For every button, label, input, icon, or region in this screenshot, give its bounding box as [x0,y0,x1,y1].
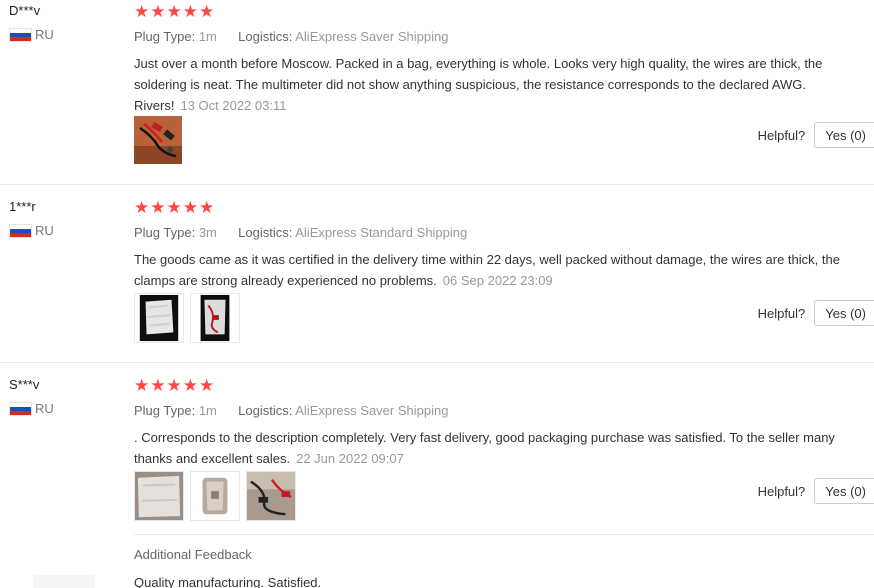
helpful-question: Helpful? [757,305,806,321]
helpful-yes-button[interactable]: Yes (0) [814,122,874,148]
logistics-label: Logistics: [238,403,293,418]
review-meta: Plug Type: 3m Logistics: AliExpress Stan… [134,225,864,241]
helpful-section: Helpful? Yes (0) [758,478,874,504]
reviewer-info: S***v RU [9,377,54,417]
russia-flag-icon [9,224,32,238]
reviewer-info: 1***r RU [9,199,54,239]
country-code: RU [35,401,54,416]
wrapped-photo [191,472,239,520]
logistics-value: AliExpress Saver Shipping [295,403,449,418]
helpful-yes-button[interactable]: Yes (0) [814,478,874,504]
helpful-question: Helpful? [757,127,806,143]
star-rating: ★★★★★ [134,376,216,395]
reviews-page: D***v RU ★★★★★ Plug Type: 1m Logistics: … [0,0,874,588]
star-rating: ★★★★★ [134,2,216,21]
logistics-value: AliExpress Saver Shipping [295,29,449,44]
reviewer-country: RU [9,223,54,239]
cropped-element [33,575,95,588]
plug-type-value: 1m [198,403,217,418]
logistics-label: Logistics: [238,29,293,44]
plug-type-value: 1m [198,29,217,44]
review-meta: Plug Type: 1m Logistics: AliExpress Save… [134,403,864,419]
review-text: The goods came as it was certified in th… [134,249,858,291]
review-text: . Corresponds to the description complet… [134,427,858,469]
review-body: . Corresponds to the description complet… [134,430,835,466]
additional-feedback-title: Additional Feedback [134,547,252,562]
review-photo-thumbnail[interactable] [134,471,184,521]
review-date: 22 Jun 2022 09:07 [296,451,404,466]
logistics-label: Logistics: [238,225,293,240]
review-content: ★★★★★ Plug Type: 1m Logistics: AliExpres… [134,377,864,469]
reviewer-info: D***v RU [9,3,54,43]
bag-photo [135,472,183,520]
reviewer-name: 1***r [9,199,36,214]
helpful-section: Helpful? Yes (0) [758,122,874,148]
review-divider [0,362,874,363]
review-photo-thumbnail[interactable] [134,293,184,343]
country-code: RU [35,27,54,42]
reviewer-country: RU [9,401,54,417]
additional-feedback-divider [134,534,874,535]
russia-flag-icon [9,402,32,416]
review-meta: Plug Type: 1m Logistics: AliExpress Save… [134,29,864,45]
review-photo-thumbnail[interactable] [190,293,240,343]
additional-feedback-text: Quality manufacturing. Satisfied. [134,575,322,588]
plug-type-label: Plug Type: [134,403,196,418]
reviewer-name: S***v [9,377,40,392]
package-open-photo [200,294,230,342]
review-photos [134,293,240,343]
review-content: ★★★★★ Plug Type: 1m Logistics: AliExpres… [134,3,864,116]
review-photo-thumbnail[interactable] [246,471,296,521]
helpful-yes-button[interactable]: Yes (0) [814,300,874,326]
review-date: 06 Sep 2022 23:09 [442,273,553,288]
review-text: Just over a month before Moscow. Packed … [134,53,858,116]
star-rating: ★★★★★ [134,198,216,217]
plug-type-label: Plug Type: [134,29,196,44]
review-photos [134,471,296,521]
logistics-value: AliExpress Standard Shipping [295,225,468,240]
review-content: ★★★★★ Plug Type: 3m Logistics: AliExpres… [134,199,864,291]
review-divider [0,184,874,185]
plug-type-label: Plug Type: [134,225,196,240]
review-date: 13 Oct 2022 03:11 [180,98,287,113]
reviewer-country: RU [9,27,54,43]
package-photo [139,294,179,342]
country-code: RU [35,223,54,238]
review-photos [134,116,182,164]
clamp-cable-photo [134,116,182,164]
plug-type-value: 3m [198,225,217,240]
helpful-question: Helpful? [757,483,806,499]
cable-photo [247,472,295,520]
reviewer-name: D***v [9,3,41,18]
russia-flag-icon [9,28,32,42]
helpful-section: Helpful? Yes (0) [758,300,874,326]
review-photo-thumbnail[interactable] [190,471,240,521]
review-photo-thumbnail[interactable] [134,116,182,164]
